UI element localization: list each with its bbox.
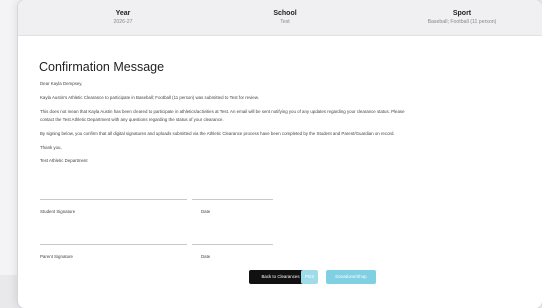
notice-text-line-2: contact the Test Athletic Department wit… bbox=[40, 117, 224, 122]
thanks-text: Thank you, bbox=[40, 145, 62, 150]
student-date-label: Date bbox=[201, 209, 211, 214]
student-signature-label: Student Signature bbox=[40, 209, 76, 214]
confirmation-card bbox=[32, 42, 540, 308]
parent-signature-label: Parent Signature bbox=[40, 254, 73, 259]
donations-shop-button[interactable]: Donations/Shop bbox=[326, 270, 376, 284]
clearance-summary-bar: Year 2026-27 School Test Sport Baseball;… bbox=[18, 0, 542, 36]
school-label: School bbox=[273, 10, 297, 17]
year-label: Year bbox=[115, 10, 131, 17]
school-value: Test bbox=[280, 19, 290, 25]
parent-date-label: Date bbox=[201, 254, 211, 259]
year-column: Year 2026-27 bbox=[88, 9, 158, 26]
sport-column: Sport Baseball; Football (11 person) bbox=[402, 9, 522, 26]
student-date-line[interactable] bbox=[192, 199, 273, 200]
department-text: Test Athletic Department bbox=[40, 158, 88, 163]
year-value: 2026-27 bbox=[113, 19, 133, 25]
parent-signature-line[interactable] bbox=[40, 244, 187, 245]
notice-text-line-1: This does not mean that Kayla Austin has… bbox=[40, 109, 405, 114]
agreement-text: By signing below, you confirm that all d… bbox=[40, 131, 395, 136]
sport-value: Baseball; Football (11 person) bbox=[427, 19, 497, 25]
school-column: School Test bbox=[250, 9, 320, 26]
print-button[interactable]: Print bbox=[301, 270, 318, 284]
greeting-text: Dear Kayla Dempsey, bbox=[40, 81, 83, 86]
sport-label: Sport bbox=[452, 10, 472, 17]
student-signature-line[interactable] bbox=[40, 199, 187, 200]
submission-text: Kayla Austin's Athletic Clearance to par… bbox=[40, 95, 259, 100]
clearance-window: Year 2026-27 School Test Sport Baseball;… bbox=[18, 0, 542, 308]
parent-date-line[interactable] bbox=[192, 244, 273, 245]
page-title: Confirmation Message bbox=[39, 60, 165, 74]
